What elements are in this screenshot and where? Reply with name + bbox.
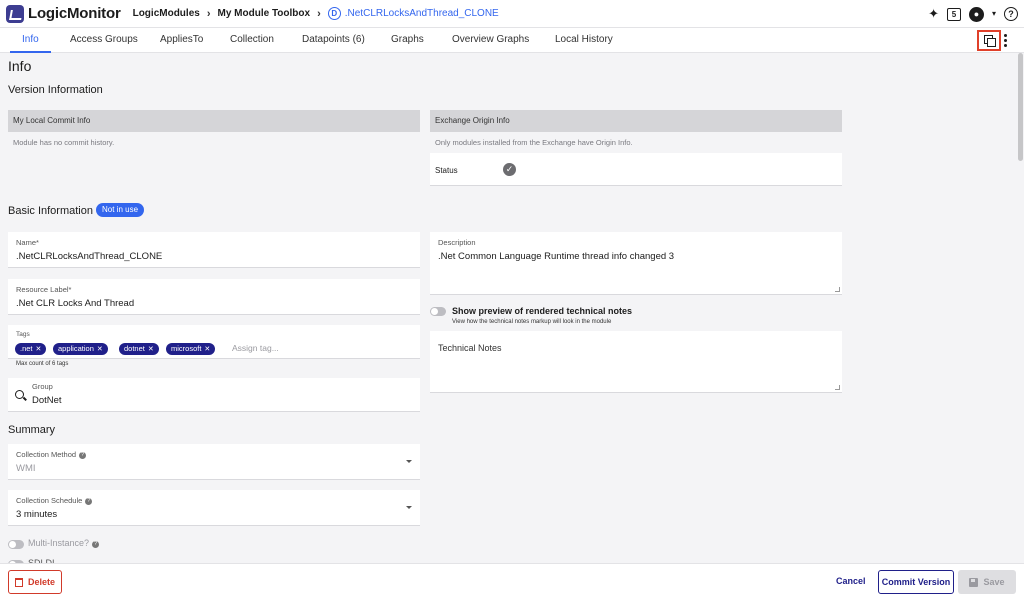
breadcrumb-logicmodules[interactable]: LogicModules: [133, 8, 200, 19]
logo-text: LogicMonitor: [28, 5, 121, 22]
tab-datapoints[interactable]: Datapoints (6): [290, 28, 377, 53]
check-circle-icon: ✓: [503, 163, 516, 176]
header-actions: ✦ 5 ● ▾ ?: [928, 5, 1018, 23]
delete-button-label: Delete: [27, 577, 55, 587]
logo-mark-icon: [6, 4, 24, 23]
resize-handle-icon[interactable]: [835, 385, 840, 390]
tags-label: Tags: [16, 331, 30, 338]
tag-chip[interactable]: application ✕: [53, 343, 108, 355]
info-icon[interactable]: ?: [79, 452, 87, 459]
preview-toggle-help: View how the technical notes markup will…: [452, 319, 612, 325]
version-information-heading: Version Information: [8, 84, 103, 96]
tab-overview-graphs[interactable]: Overview Graphs: [440, 28, 541, 53]
basic-information-heading: Basic Information: [8, 205, 93, 217]
help-icon[interactable]: ?: [1004, 7, 1018, 21]
remove-tag-icon[interactable]: ✕: [97, 346, 103, 353]
multi-instance-label: Multi-Instance??: [28, 538, 100, 548]
copy-icon: [983, 35, 996, 47]
breadcrumb-current-module: D .NetCLRLocksAndThread_CLONE: [327, 7, 499, 20]
tags-field[interactable]: Tags .net ✕ application ✕ dotnet ✕ microsof…: [8, 325, 420, 359]
module-tabs: Info Access Groups AppliesTo Collection …: [0, 28, 1024, 53]
commit-version-button[interactable]: Commit Version: [878, 570, 954, 594]
chevron-right-icon: ›: [206, 7, 211, 20]
multi-instance-toggle[interactable]: [8, 540, 24, 549]
collection-method-select: Collection Method? WMI: [8, 444, 420, 480]
group-label: Group: [32, 382, 53, 391]
name-input[interactable]: .NetCLRLocksAndThread_CLONE: [16, 251, 162, 262]
resource-label-input[interactable]: .Net CLR Locks And Thread: [16, 298, 134, 309]
name-field[interactable]: Name* .NetCLRLocksAndThread_CLONE: [8, 232, 420, 268]
sparkle-icon[interactable]: ✦: [928, 5, 939, 23]
breadcrumb: LogicModules › My Module Toolbox › D .Ne…: [133, 7, 499, 20]
tag-chip[interactable]: dotnet ✕: [119, 343, 159, 355]
description-field[interactable]: Description .Net Common Language Runtime…: [430, 232, 842, 295]
cancel-button[interactable]: Cancel: [836, 576, 866, 586]
collection-schedule-label: Collection Schedule?: [16, 496, 93, 505]
tags-helper-text: Max count of 6 tags: [16, 361, 69, 367]
preview-notes-toggle[interactable]: [430, 307, 446, 316]
chevron-right-icon: ›: [317, 7, 321, 20]
current-module-name: .NetCLRLocksAndThread_CLONE: [344, 8, 499, 19]
resize-handle-icon[interactable]: [835, 287, 840, 292]
clone-module-button[interactable]: [977, 30, 1001, 51]
collection-schedule-value[interactable]: 3 minutes: [16, 509, 57, 520]
notification-icon[interactable]: 5: [946, 7, 961, 21]
exchange-status-row: Status ✓: [430, 153, 842, 186]
tab-appliesto[interactable]: AppliesTo: [148, 28, 215, 53]
save-icon: [969, 577, 979, 587]
more-options-icon[interactable]: [1004, 34, 1007, 47]
search-icon: [15, 390, 24, 399]
save-button[interactable]: Save: [958, 570, 1016, 594]
datasource-d-icon: D: [327, 7, 341, 20]
remove-tag-icon[interactable]: ✕: [36, 346, 42, 353]
action-footer: Delete Cancel Commit Version Save: [0, 563, 1024, 595]
description-textarea[interactable]: .Net Common Language Runtime thread info…: [438, 251, 674, 262]
info-icon[interactable]: ?: [92, 541, 100, 548]
scrollbar-thumb[interactable]: [1018, 53, 1023, 161]
collection-schedule-select[interactable]: Collection Schedule? 3 minutes: [8, 490, 420, 526]
local-commit-message: Module has no commit history.: [13, 138, 115, 147]
remove-tag-icon[interactable]: ✕: [148, 346, 154, 353]
logo[interactable]: LogicMonitor: [6, 4, 121, 23]
top-header: LogicMonitor LogicModules › My Module To…: [0, 0, 1024, 28]
user-account-icon[interactable]: ●: [968, 6, 984, 22]
description-label: Description: [438, 238, 476, 247]
technical-notes-textarea[interactable]: Technical Notes: [438, 343, 502, 353]
breadcrumb-my-module-toolbox[interactable]: My Module Toolbox: [218, 8, 311, 19]
info-icon[interactable]: ?: [85, 498, 93, 505]
tab-access-groups[interactable]: Access Groups: [58, 28, 150, 53]
remove-tag-icon[interactable]: ✕: [204, 346, 210, 353]
chevron-down-icon: [406, 506, 412, 509]
local-commit-heading: My Local Commit Info: [8, 110, 420, 132]
exchange-origin-message: Only modules installed from the Exchange…: [435, 138, 633, 147]
page-title: Info: [8, 58, 32, 74]
tab-collection[interactable]: Collection: [218, 28, 286, 53]
preview-toggle-label: Show preview of rendered technical notes: [452, 306, 633, 316]
tab-local-history[interactable]: Local History: [543, 28, 625, 53]
delete-button[interactable]: Delete: [8, 570, 62, 594]
tag-chip[interactable]: .net ✕: [15, 343, 47, 355]
group-input[interactable]: DotNet: [32, 395, 62, 406]
trash-icon: [14, 577, 23, 587]
exchange-origin-heading: Exchange Origin Info: [430, 110, 842, 132]
group-field[interactable]: Group DotNet: [8, 378, 420, 412]
resource-label-field[interactable]: Resource Label* .Net CLR Locks And Threa…: [8, 279, 420, 315]
tag-chip[interactable]: microsoft ✕: [166, 343, 216, 355]
assign-tag-input[interactable]: Assign tag...: [232, 343, 279, 353]
page-scrollbar[interactable]: [1016, 53, 1024, 563]
technical-notes-field[interactable]: Technical Notes: [430, 331, 842, 393]
resource-label-label: Resource Label*: [16, 285, 72, 294]
collection-method-value: WMI: [16, 463, 36, 474]
tab-info[interactable]: Info: [10, 28, 51, 53]
collection-method-label: Collection Method?: [16, 450, 87, 459]
status-label: Status: [435, 166, 458, 175]
summary-heading: Summary: [8, 424, 56, 436]
tab-graphs[interactable]: Graphs: [379, 28, 436, 53]
chevron-down-icon[interactable]: ▾: [992, 5, 996, 23]
name-label: Name*: [16, 238, 39, 247]
chevron-down-icon: [406, 460, 412, 463]
save-button-label: Save: [983, 577, 1005, 587]
usage-status-badge: Not in use: [96, 203, 145, 217]
